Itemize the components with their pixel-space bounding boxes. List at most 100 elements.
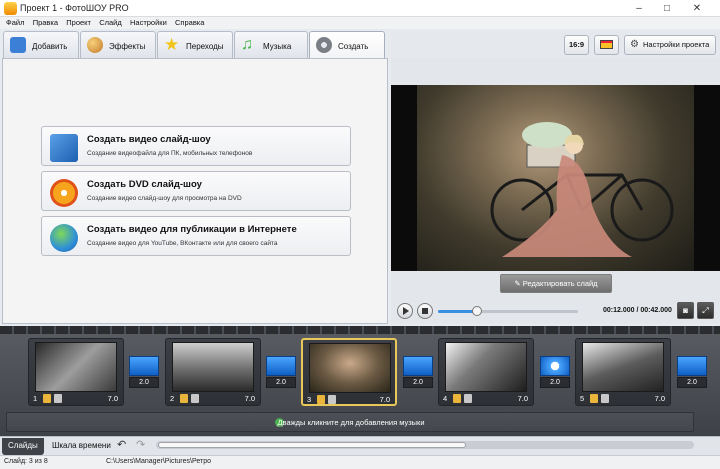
edit-slide-icon[interactable] bbox=[317, 395, 325, 404]
undo-icon[interactable]: ↶ bbox=[117, 438, 126, 451]
slide-image bbox=[582, 342, 664, 392]
widescreen-toggle-button[interactable] bbox=[594, 35, 619, 55]
transition-duration: 2.0 bbox=[677, 377, 707, 388]
slide-number: 5 bbox=[580, 394, 585, 403]
transition-item[interactable]: 2.0 bbox=[129, 356, 159, 390]
tab-slides[interactable]: Слайды bbox=[2, 438, 44, 455]
preview-photo bbox=[417, 85, 694, 271]
title-bar: Проект 1 - ФотоШОУ PRO – □ ✕ bbox=[0, 0, 720, 17]
transition-icon bbox=[266, 356, 296, 376]
project-settings-button[interactable]: ⚙ Настройки проекта bbox=[624, 35, 716, 55]
menu-help[interactable]: Справка bbox=[175, 17, 204, 29]
music-track-area[interactable]: Дважды кликните для добавления музыки bbox=[6, 412, 694, 432]
action-subtitle: Создание видео слайд-шоу для просмотра н… bbox=[87, 195, 242, 202]
star-icon: ★ bbox=[164, 35, 180, 54]
window-title: Проект 1 - ФотоШОУ PRO bbox=[20, 3, 129, 13]
slide-duration: 7.0 bbox=[379, 395, 390, 404]
gear-icon: ⚙ bbox=[630, 39, 639, 50]
tab-effects-label: Эффекты bbox=[109, 42, 146, 51]
speaker-icon[interactable] bbox=[191, 394, 199, 403]
play-icon bbox=[403, 307, 409, 315]
slide-thumbnail[interactable]: 2 7.0 bbox=[165, 338, 261, 406]
stop-button[interactable] bbox=[417, 303, 433, 319]
music-note-icon: ♫ bbox=[241, 36, 253, 53]
tab-create-label: Создать bbox=[338, 42, 369, 51]
action-subtitle: Создание видео для YouTube, ВКонтакте ил… bbox=[87, 240, 278, 247]
tab-timeline[interactable]: Шкала времени bbox=[46, 438, 117, 455]
aspect-ratio-button[interactable]: 16:9 bbox=[564, 35, 589, 55]
tab-create[interactable]: Создать bbox=[309, 31, 385, 59]
slide-thumbnail-selected[interactable]: 3 7.0 bbox=[301, 338, 397, 406]
player-controls: 00:12.000 / 00:42.000 ◙ ⤢ bbox=[391, 298, 720, 324]
slide-image bbox=[445, 342, 527, 392]
tab-transitions[interactable]: ★ Переходы bbox=[157, 31, 233, 59]
slide-image bbox=[35, 342, 117, 392]
edit-slide-icon[interactable] bbox=[43, 394, 51, 403]
transition-duration: 2.0 bbox=[129, 377, 159, 388]
slide-thumbnail[interactable]: 4 7.0 bbox=[438, 338, 534, 406]
transition-item[interactable]: 2.0 bbox=[266, 356, 296, 390]
menu-project[interactable]: Проект bbox=[66, 17, 91, 29]
slide-number: 4 bbox=[443, 394, 448, 403]
transition-icon bbox=[129, 356, 159, 376]
menu-file[interactable]: Файл bbox=[6, 17, 24, 29]
create-video-slideshow-button[interactable]: Создать видео слайд-шоу Создание видеофа… bbox=[41, 126, 351, 166]
music-hint: Дважды кликните для добавления музыки bbox=[277, 418, 425, 427]
snapshot-button[interactable]: ◙ bbox=[677, 302, 694, 319]
action-title: Создать видео для публикации в Интернете bbox=[87, 224, 297, 235]
slide-image bbox=[309, 343, 391, 393]
seek-handle[interactable] bbox=[472, 306, 483, 316]
slide-number: 2 bbox=[170, 394, 175, 403]
tab-transitions-label: Переходы bbox=[186, 42, 224, 51]
menu-settings[interactable]: Настройки bbox=[130, 17, 167, 29]
tab-add[interactable]: Добавить bbox=[3, 31, 79, 59]
slide-duration: 7.0 bbox=[517, 394, 528, 403]
create-web-video-button[interactable]: Создать видео для публикации в Интернете… bbox=[41, 216, 351, 256]
edit-slide-button[interactable]: ✎ Редактировать слайд bbox=[500, 274, 612, 293]
edit-slide-icon[interactable] bbox=[590, 394, 598, 403]
fullscreen-button[interactable]: ⤢ bbox=[697, 302, 714, 319]
devices-icon bbox=[50, 134, 78, 162]
play-button[interactable] bbox=[397, 303, 413, 319]
scrollbar-thumb[interactable] bbox=[158, 442, 466, 448]
transition-icon bbox=[540, 356, 570, 376]
slide-counter: Слайд: 3 из 8 bbox=[4, 458, 48, 465]
slide-thumbnail[interactable]: 5 7.0 bbox=[575, 338, 671, 406]
edit-slide-icon[interactable] bbox=[180, 394, 188, 403]
transition-item[interactable]: 2.0 bbox=[677, 356, 707, 390]
speaker-icon[interactable] bbox=[464, 394, 472, 403]
tab-effects[interactable]: Эффекты bbox=[80, 31, 156, 59]
action-title: Создать DVD слайд-шоу bbox=[87, 179, 202, 190]
speaker-icon[interactable] bbox=[54, 394, 62, 403]
menu-bar: Файл Правка Проект Слайд Настройки Справ… bbox=[0, 17, 720, 29]
transition-item[interactable]: 2.0 bbox=[403, 356, 433, 390]
timecode: 00:12.000 / 00:42.000 bbox=[603, 307, 672, 314]
maximize-button[interactable]: □ bbox=[656, 1, 678, 16]
speaker-icon[interactable] bbox=[328, 395, 336, 404]
timeline-scrollbar[interactable] bbox=[156, 441, 694, 449]
menu-slide[interactable]: Слайд bbox=[99, 17, 122, 29]
minimize-button[interactable]: – bbox=[628, 1, 650, 16]
transition-item[interactable]: 2.0 bbox=[540, 356, 570, 390]
status-bar: Слайд: 3 из 8 C:\Users\Manager\Pictures\… bbox=[0, 455, 720, 469]
edit-slide-label: Редактировать слайд bbox=[522, 279, 598, 288]
redo-icon[interactable]: ↷ bbox=[136, 438, 145, 451]
slide-thumbnail[interactable]: 1 7.0 bbox=[28, 338, 124, 406]
slide-duration: 7.0 bbox=[107, 394, 118, 403]
menu-edit[interactable]: Правка bbox=[33, 17, 58, 29]
tab-music[interactable]: ♫ Музыка bbox=[234, 31, 308, 59]
dvd-disc-icon bbox=[50, 179, 78, 207]
preview-header: 16:9 ⚙ Настройки проекта bbox=[391, 31, 720, 58]
create-dvd-slideshow-button[interactable]: Создать DVD слайд-шоу Создание видео сла… bbox=[41, 171, 351, 211]
speaker-icon[interactable] bbox=[601, 394, 609, 403]
seek-bar[interactable] bbox=[438, 306, 578, 316]
stop-icon bbox=[422, 308, 428, 314]
slide-number: 1 bbox=[33, 394, 38, 403]
slide-number: 3 bbox=[307, 395, 312, 404]
video-preview[interactable] bbox=[391, 85, 720, 271]
transition-icon bbox=[677, 356, 707, 376]
folder-icon bbox=[10, 37, 26, 53]
app-logo-icon bbox=[4, 2, 17, 15]
close-button[interactable]: ✕ bbox=[686, 1, 708, 16]
edit-slide-icon[interactable] bbox=[453, 394, 461, 403]
